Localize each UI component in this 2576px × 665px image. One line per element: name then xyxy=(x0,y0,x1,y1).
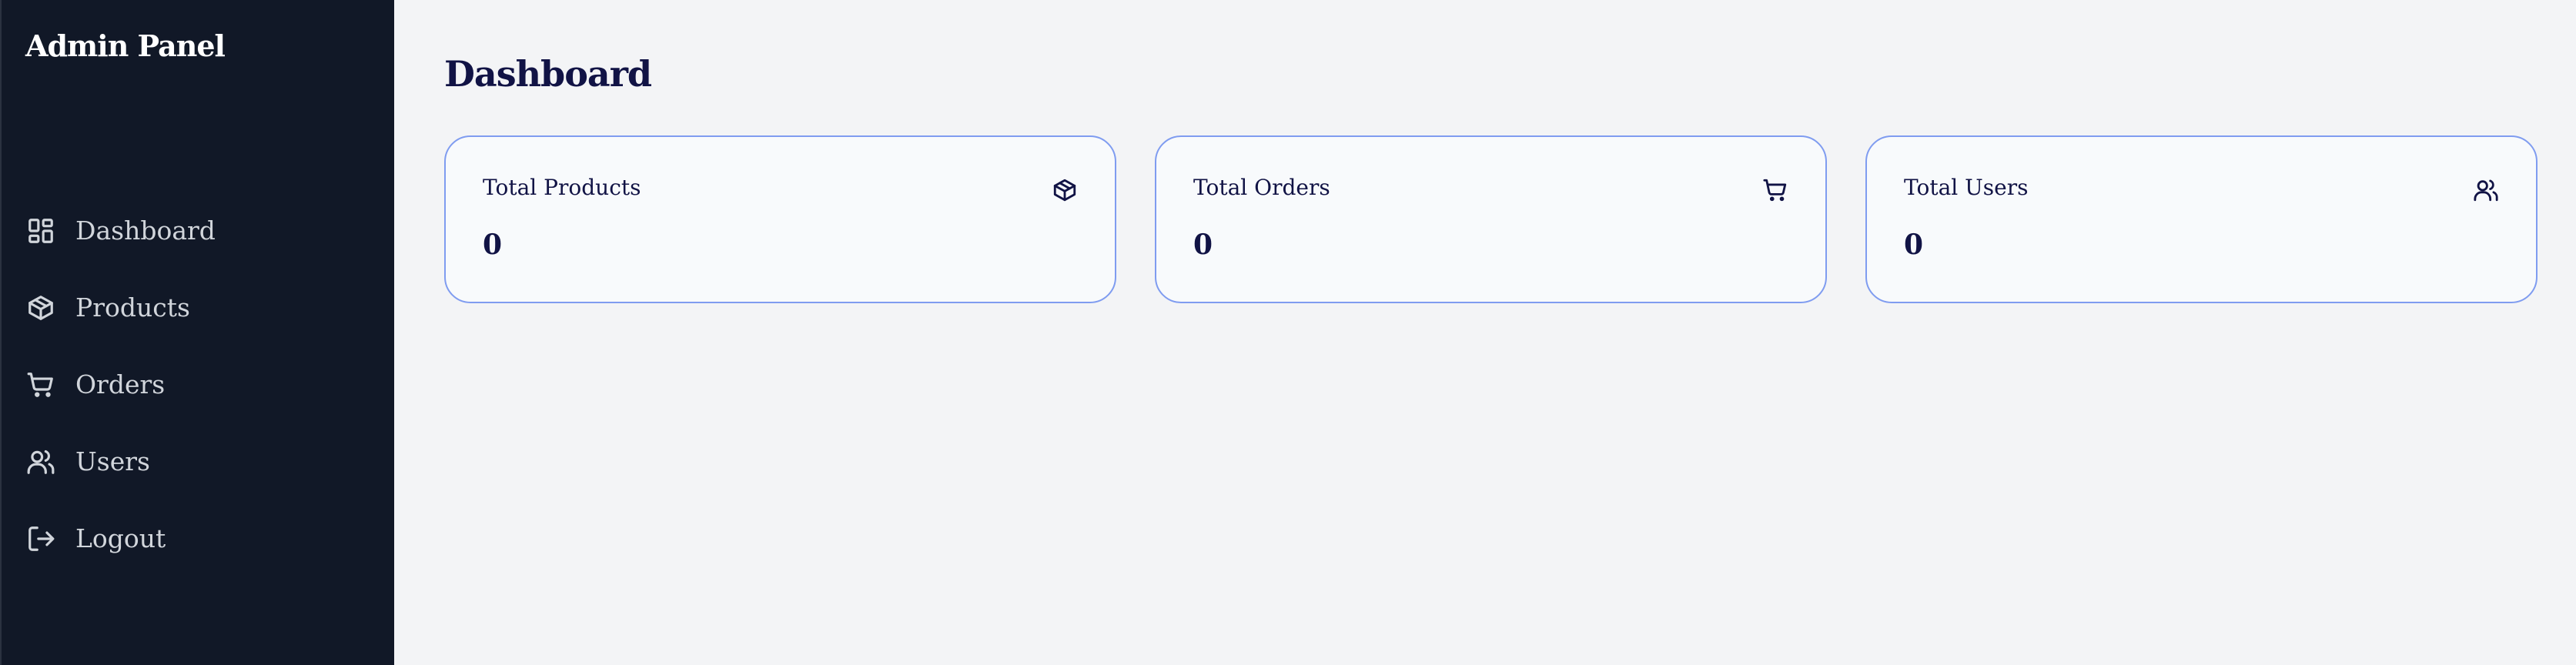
sidebar-item-label: Users xyxy=(75,446,150,476)
sidebar-item-products[interactable]: Products xyxy=(2,285,396,331)
total-products-card: Total Products 0 xyxy=(444,135,1116,303)
main-content: Dashboard Total Products 0 Total Orders xyxy=(394,0,2576,665)
card-value: 0 xyxy=(1904,229,1924,261)
shopping-cart-icon xyxy=(26,370,55,399)
sidebar-item-label: Products xyxy=(75,292,190,322)
total-orders-card: Total Orders 0 xyxy=(1155,135,1827,303)
logout-icon xyxy=(26,524,55,553)
page-title: Dashboard xyxy=(444,53,652,95)
users-icon xyxy=(2473,177,2499,203)
sidebar-item-label: Orders xyxy=(75,369,166,399)
sidebar-item-label: Logout xyxy=(75,523,166,553)
card-title: Total Users xyxy=(1904,175,2029,200)
sidebar-item-logout[interactable]: Logout xyxy=(2,516,396,562)
sidebar-item-label: Dashboard xyxy=(75,216,216,246)
package-icon xyxy=(1052,177,1078,203)
card-title: Total Orders xyxy=(1193,175,1330,200)
shopping-cart-icon xyxy=(1762,177,1788,203)
sidebar-item-orders[interactable]: Orders xyxy=(2,362,396,408)
stats-cards: Total Products 0 Total Orders 0 Total Us… xyxy=(444,135,2538,303)
card-value: 0 xyxy=(1193,229,1213,261)
card-title: Total Products xyxy=(483,175,641,200)
total-users-card: Total Users 0 xyxy=(1865,135,2538,303)
sidebar-nav: Dashboard Products Orders Users Logout xyxy=(2,208,396,593)
card-value: 0 xyxy=(483,229,503,261)
package-icon xyxy=(26,293,55,322)
users-icon xyxy=(26,447,55,476)
sidebar-item-dashboard[interactable]: Dashboard xyxy=(2,208,396,254)
brand-title: Admin Panel xyxy=(25,28,226,63)
sidebar: Admin Panel Dashboard Products Orders Us… xyxy=(0,0,394,665)
sidebar-item-users[interactable]: Users xyxy=(2,439,396,485)
dashboard-grid-icon xyxy=(26,216,55,246)
